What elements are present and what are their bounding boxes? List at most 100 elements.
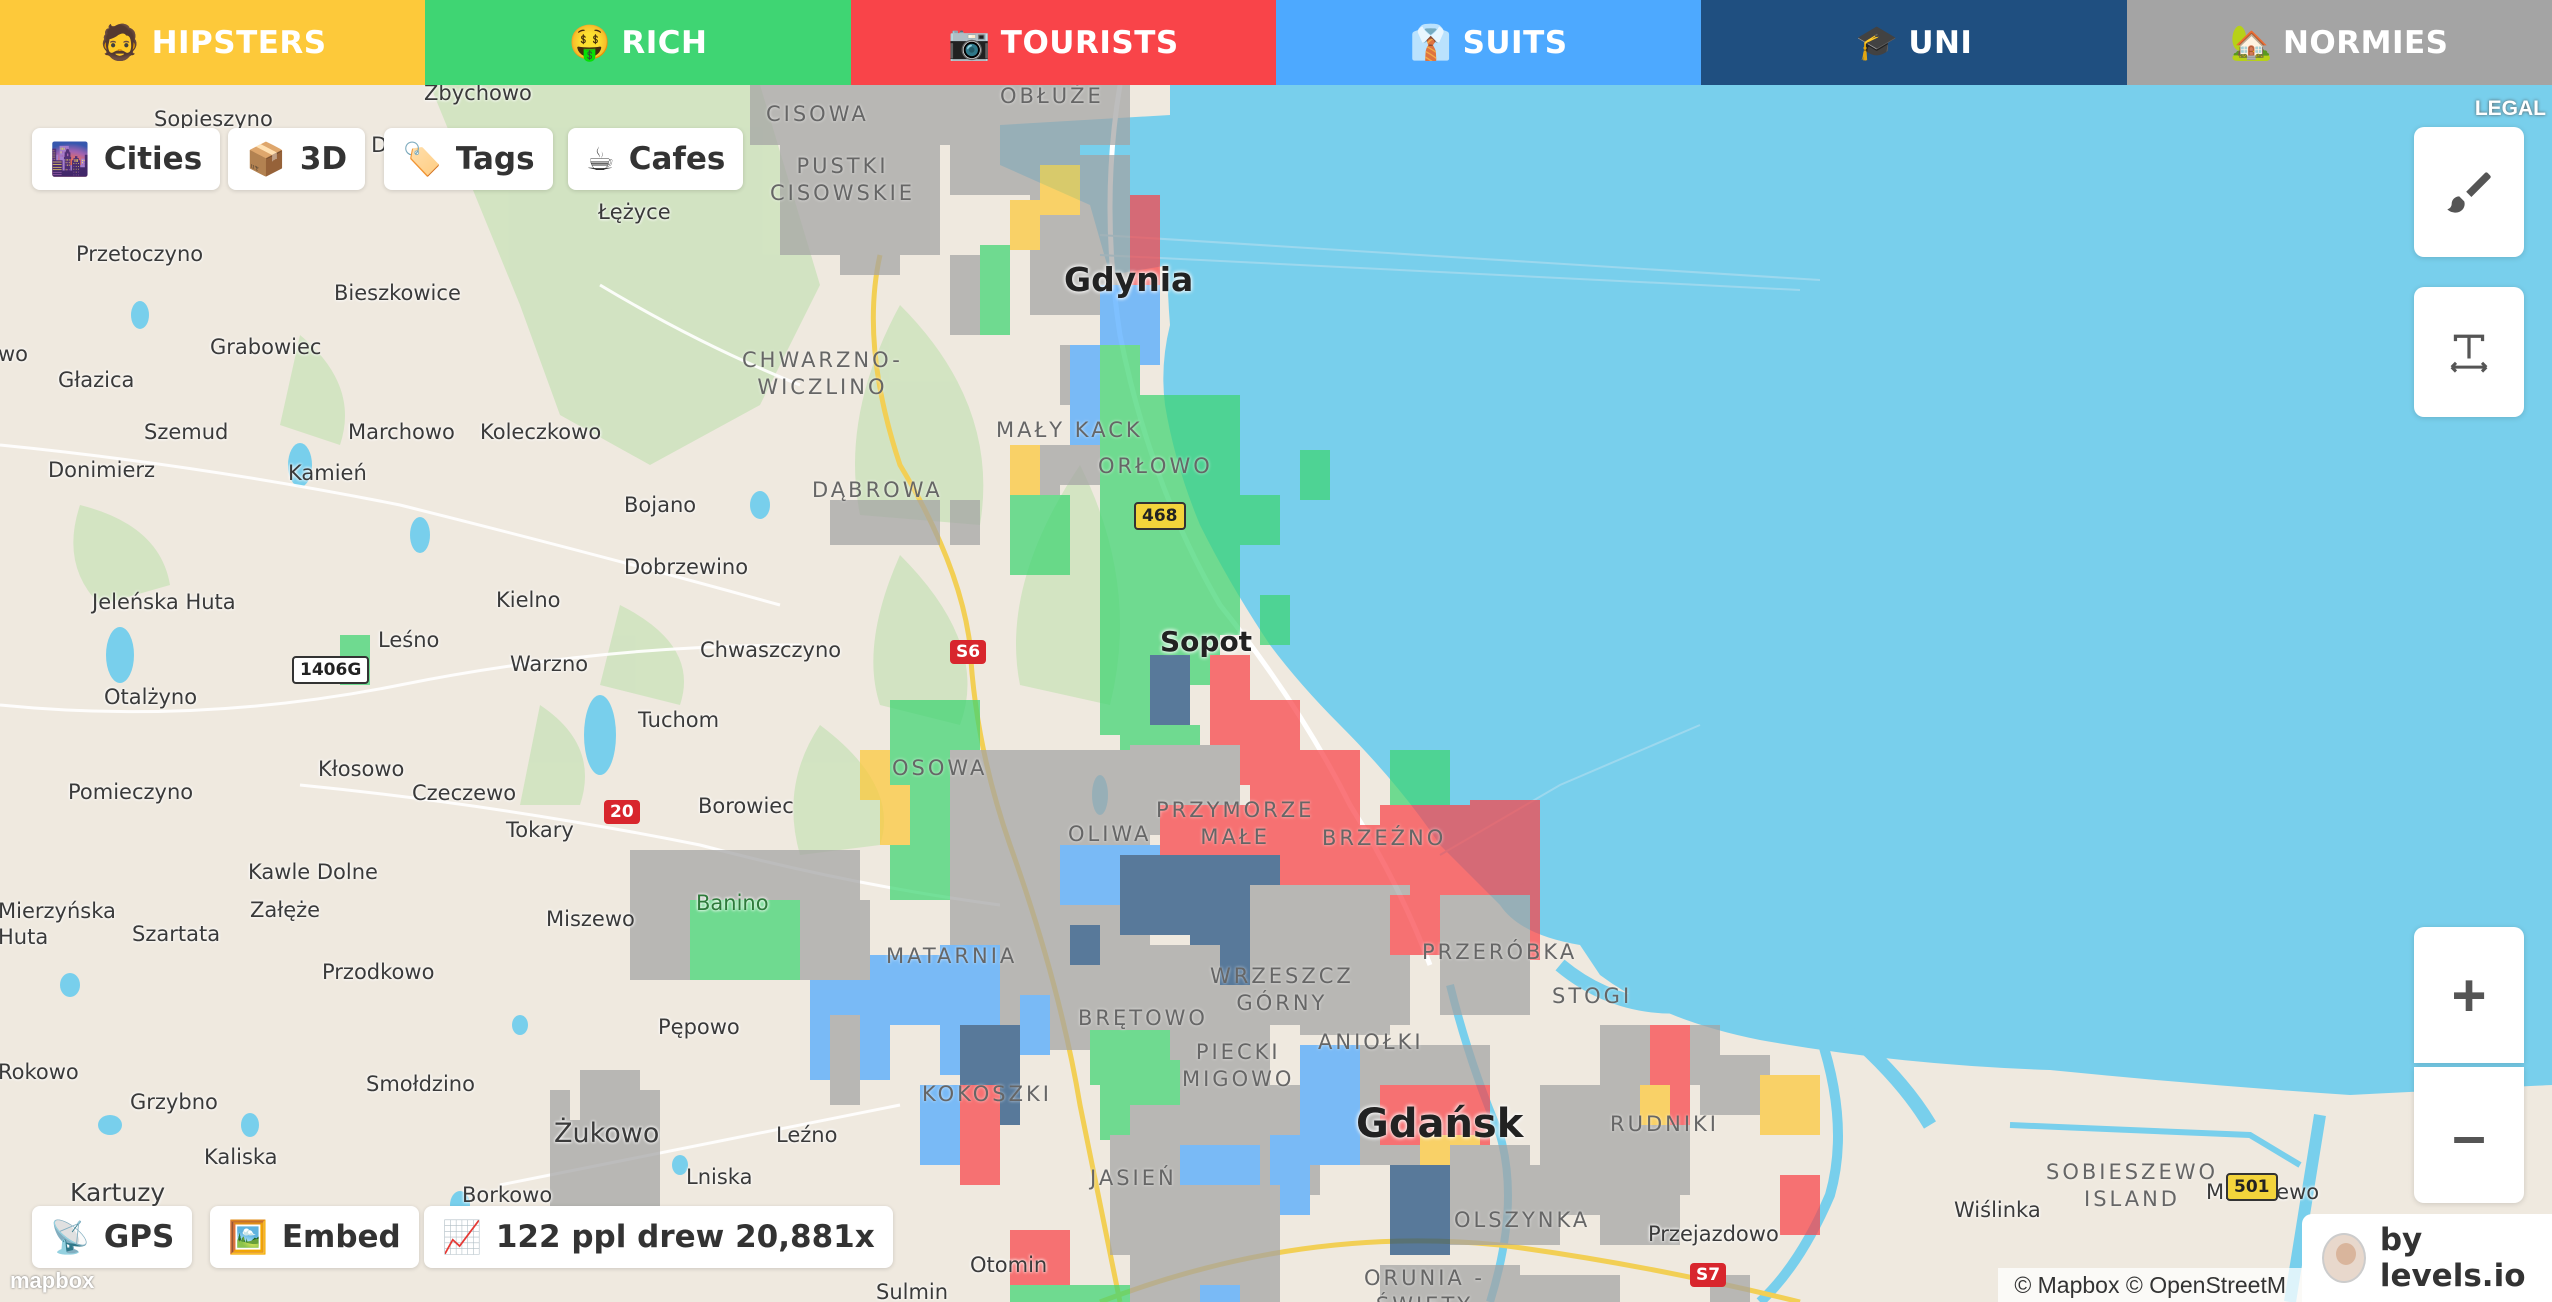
district-label: PRZERÓBKA — [1422, 940, 1578, 964]
brush-tool-button[interactable] — [2414, 127, 2524, 257]
place-label: Głazica — [58, 368, 135, 392]
category-label: SUITS — [1462, 24, 1568, 61]
place-label: Dobrzewino — [624, 555, 749, 579]
tags-button[interactable]: 🏷️ Tags — [384, 128, 553, 190]
place-label: Żukowo — [554, 1118, 660, 1149]
district-label: OSOWA — [892, 756, 988, 780]
district-label: ORŁOWO — [1098, 454, 1213, 478]
place-label: Koleczkowo — [480, 420, 602, 444]
category-label: TOURISTS — [1000, 24, 1179, 61]
district-label: CHWARZNO- WICZLINO — [742, 348, 903, 399]
district-label: OLSZYNKA — [1454, 1208, 1591, 1232]
place-label: Donimierz — [48, 458, 156, 482]
camera-icon: 📷 — [947, 22, 991, 63]
minus-icon: – — [2452, 1101, 2486, 1169]
drawn-square — [1120, 855, 1200, 935]
drawn-square — [1700, 1055, 1770, 1115]
place-label: Kielno — [496, 588, 561, 612]
place-label: Przejazdowo — [1648, 1222, 1779, 1246]
category-normies[interactable]: 🏡 NORMIES — [2126, 0, 2552, 85]
place-label: Warzno — [510, 652, 589, 676]
district-label: BRĘTOWO — [1078, 1006, 1208, 1030]
place-label: Leśno — [378, 628, 440, 652]
category-bar: 🧔 HIPSTERS 🤑 RICH 📷 TOURISTS 👔 SUITS 🎓 U… — [0, 0, 2552, 85]
3d-button[interactable]: 📦 3D — [228, 128, 366, 190]
category-hipsters[interactable]: 🧔 HIPSTERS — [0, 0, 426, 85]
graduation-cap-icon: 🎓 — [1855, 22, 1899, 63]
place-label: Borowiec — [698, 794, 794, 818]
drawn-square — [950, 500, 980, 545]
chart-increasing-icon: 📈 — [442, 1218, 482, 1256]
drawn-square — [1200, 1285, 1240, 1302]
road-sign: S6 — [950, 640, 987, 664]
drawn-square — [1780, 1175, 1820, 1235]
road-sign: 1406G — [292, 656, 370, 684]
place-label: Smołdzino — [366, 1072, 475, 1096]
plus-icon: + — [2451, 961, 2487, 1029]
drawn-square — [1390, 1165, 1450, 1255]
zoom-in-button[interactable]: + — [2414, 927, 2524, 1063]
mapbox-logo[interactable]: mapbox — [10, 1268, 94, 1294]
zoom-out-button[interactable]: – — [2414, 1067, 2524, 1203]
drawn-square — [1090, 1030, 1170, 1085]
house-icon: 🏡 — [2230, 22, 2273, 63]
cafes-button[interactable]: ☕ Cafes — [568, 128, 744, 190]
place-label: Kamień — [288, 461, 367, 485]
district-label: CISOWA — [766, 102, 869, 126]
stats-label: 122 ppl drew 20,881x — [495, 1219, 875, 1255]
byline-link[interactable]: by levels.io — [2302, 1214, 2552, 1302]
drawn-square — [1500, 1275, 1620, 1302]
place-label: Sulmin — [876, 1280, 949, 1302]
category-tourists[interactable]: 📷 TOURISTS — [850, 0, 1276, 85]
drawn-square — [830, 500, 940, 545]
money-face-icon: 🤑 — [568, 22, 612, 63]
category-label: HIPSTERS — [151, 24, 327, 61]
embed-button[interactable]: 🖼️ Embed — [210, 1206, 419, 1268]
road-sign: 501 — [2226, 1173, 2278, 1201]
stats-button[interactable]: 📈 122 ppl drew 20,881x — [424, 1206, 893, 1268]
category-uni[interactable]: 🎓 UNI — [1701, 0, 2127, 85]
cities-label: Cities — [103, 141, 203, 177]
paintbrush-icon — [2447, 172, 2491, 213]
drawn-square — [1060, 445, 1100, 485]
drawn-square — [1020, 995, 1050, 1055]
district-label: WRZESZCZ GÓRNY — [1210, 964, 1354, 1015]
framed-picture-icon: 🖼️ — [228, 1218, 268, 1256]
place-label: Szemud — [144, 420, 229, 444]
district-label: STOGI — [1552, 984, 1633, 1008]
drawn-square — [880, 785, 910, 845]
district-label: DĄBROWA — [812, 478, 943, 502]
place-label: Lniska — [686, 1165, 753, 1189]
place-label: Borkowo — [462, 1183, 553, 1207]
place-label: Grzybno — [130, 1090, 218, 1114]
drawn-square — [800, 900, 870, 980]
satellite-antenna-icon: 📡 — [50, 1218, 90, 1256]
place-label: Kartuzy — [70, 1178, 166, 1207]
drawn-square — [1010, 200, 1040, 250]
drawn-square — [1130, 1185, 1280, 1302]
gps-button[interactable]: 📡 GPS — [32, 1206, 193, 1268]
place-label: Przodkowo — [322, 960, 435, 984]
place-label: Leźno — [776, 1123, 838, 1147]
map-attribution[interactable]: © Mapbox © OpenStreetM — [1998, 1268, 2302, 1302]
cafes-label: Cafes — [628, 141, 726, 177]
category-rich[interactable]: 🤑 RICH — [425, 0, 851, 85]
legal-link[interactable]: LEGAL — [2475, 97, 2546, 121]
text-tool-button[interactable] — [2414, 287, 2524, 417]
cities-button[interactable]: 🌆 Cities — [32, 128, 221, 190]
road-sign: S7 — [1690, 1263, 1727, 1287]
district-label: PUSTKI CISOWSKIE — [770, 154, 916, 205]
city-label-gdynia: Gdynia — [1064, 260, 1194, 299]
district-label: BRZEŹNO — [1322, 826, 1447, 850]
city-label-gdansk: Gdańsk — [1356, 1101, 1524, 1147]
district-label: KOKOSZKI — [922, 1082, 1052, 1106]
drawn-square — [980, 245, 1010, 335]
place-label: Tuchom — [638, 708, 720, 732]
district-label: JASIEŃ — [1090, 1166, 1177, 1190]
road-sign: 20 — [604, 800, 640, 824]
category-suits[interactable]: 👔 SUITS — [1275, 0, 1702, 85]
district-label: ORUNIA - ŚWIĘTY — [1364, 1266, 1486, 1302]
map-canvas[interactable]: Gdynia Sopot Gdańsk Zbychowo Sopieszyno … — [0, 85, 2552, 1302]
bearded-man-icon: 🧔 — [98, 22, 142, 63]
city-label-sopot: Sopot — [1160, 625, 1253, 658]
